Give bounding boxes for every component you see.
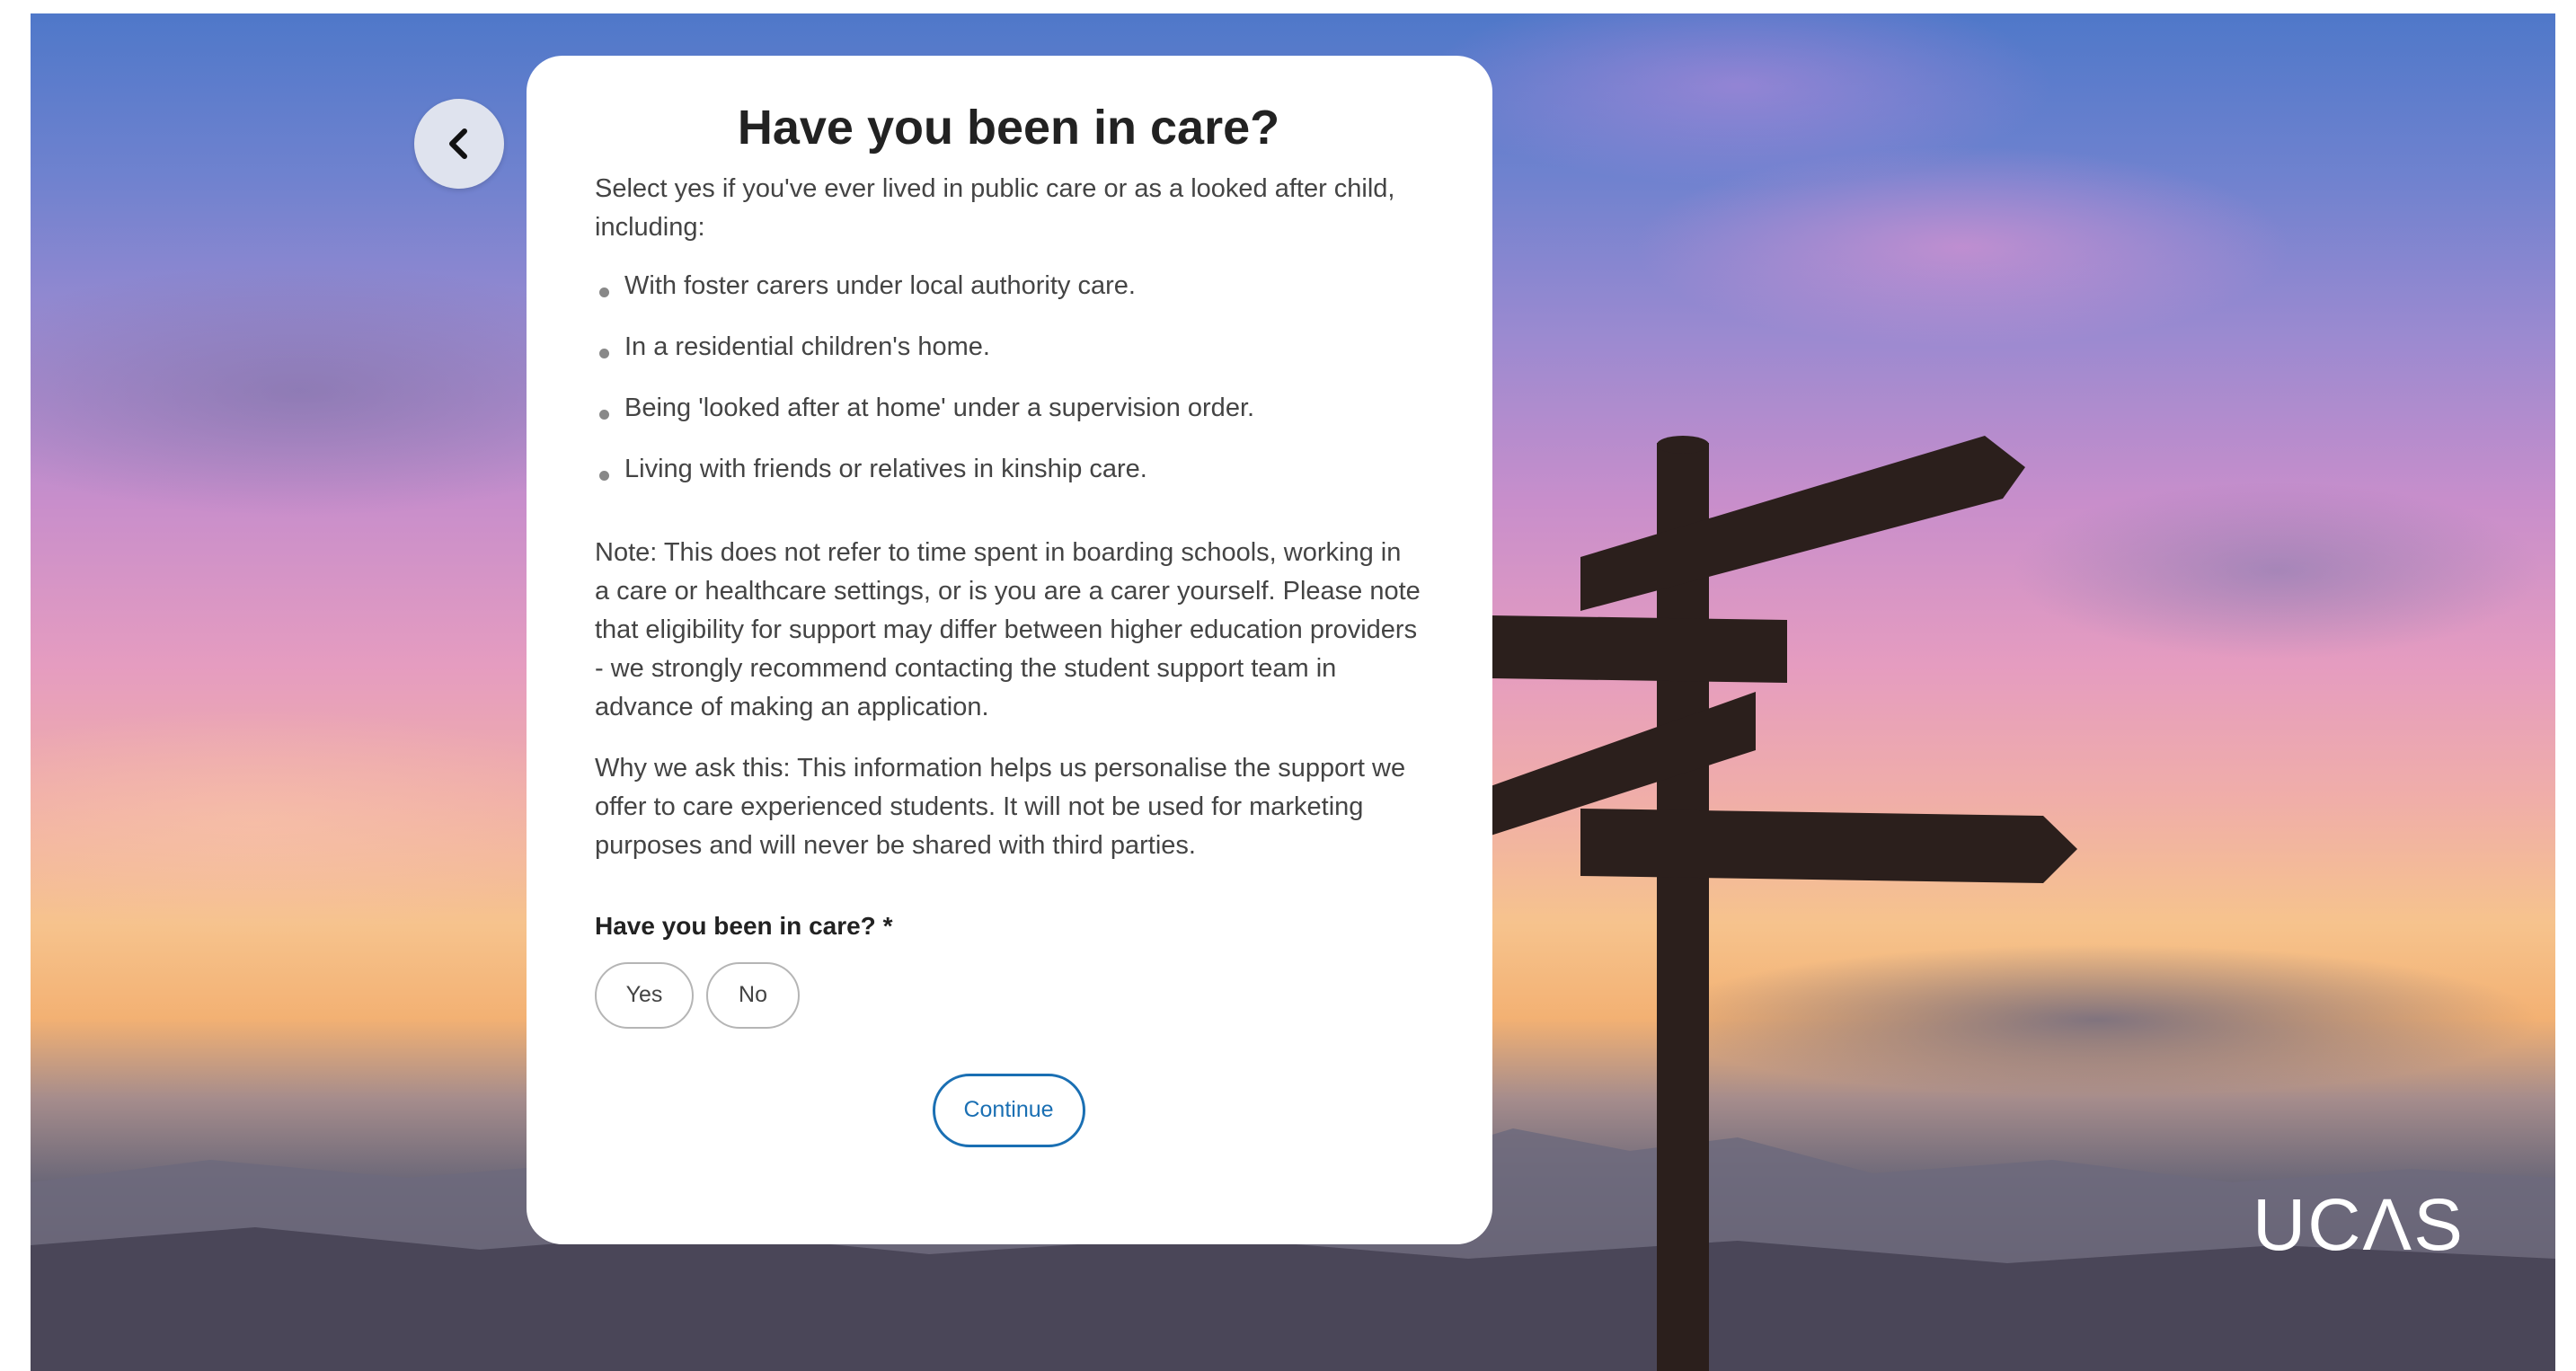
question-label: Have you been in care? * [595,911,893,940]
list-item: Living with friends or relatives in kins… [595,450,1422,489]
question-card: Have you been in care? Select yes if you… [527,56,1492,1244]
list-item: With foster carers under local authority… [595,267,1422,305]
list-item: Being 'looked after at home' under a sup… [595,389,1422,428]
chevron-left-icon [449,128,467,159]
list-item: In a residential children's home. [595,328,1422,367]
yes-button[interactable]: Yes [595,961,694,1029]
no-button[interactable]: No [706,961,800,1029]
answer-options: Yes No [595,961,1422,1029]
continue-wrap: Continue [595,1073,1422,1147]
note-text: Note: This does not refer to time spent … [595,537,1421,721]
continue-button[interactable]: Continue [932,1073,1085,1147]
why-we-ask-text: Why we ask this: This information helps … [595,753,1406,860]
care-types-list: With foster carers under local authority… [595,267,1422,489]
page-title: Have you been in care? [737,101,1280,155]
back-button[interactable] [414,99,504,189]
intro-text: Select yes if you've ever lived in publi… [595,173,1395,242]
ucas-logo: UCΛS [2253,1184,2465,1266]
